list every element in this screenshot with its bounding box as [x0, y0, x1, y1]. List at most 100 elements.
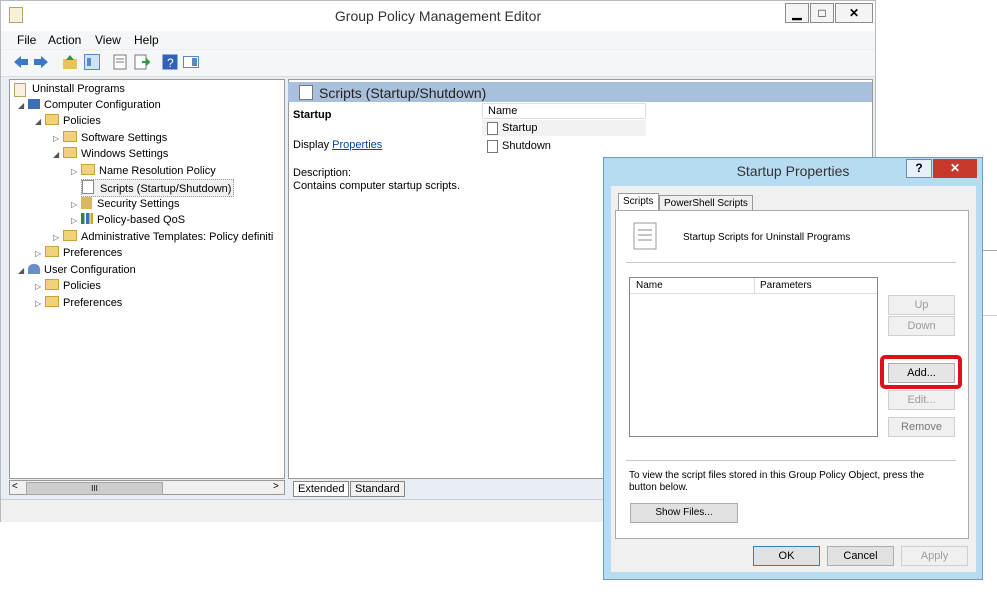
expanded-arrow-icon[interactable]: ◢ [35, 114, 45, 130]
show-files-button[interactable]: Show Files... [630, 503, 738, 523]
action-pane-icon[interactable] [183, 54, 199, 70]
cancel-button[interactable]: Cancel [827, 546, 894, 566]
ok-button[interactable]: OK [753, 546, 820, 566]
security-icon [81, 197, 92, 209]
up-folder-icon[interactable] [62, 54, 78, 70]
column-header-name[interactable]: Name [482, 103, 646, 119]
tree-item-software-settings[interactable]: ▷ Software Settings [53, 130, 167, 146]
description-text: Contains computer startup scripts. [293, 180, 460, 192]
details-header-title: Scripts (Startup/Shutdown) [319, 85, 487, 101]
tree-item-user-configuration[interactable]: ◢ User Configuration [18, 262, 136, 278]
tree-item-administrative-templates[interactable]: ▷ Administrative Templates: Policy defini… [53, 229, 273, 245]
scripts-heading: Startup Scripts for Uninstall Programs [683, 232, 851, 243]
tree-item-windows-settings[interactable]: ◢ Windows Settings [53, 146, 168, 162]
add-button-highlight [880, 355, 962, 389]
window-title: Group Policy Management Editor [334, 8, 542, 24]
separator [626, 262, 956, 263]
column-header-name[interactable]: Name [630, 278, 755, 294]
remove-button[interactable]: Remove [888, 417, 955, 437]
expanded-arrow-icon[interactable]: ◢ [18, 98, 28, 114]
folder-icon [45, 296, 59, 307]
collapsed-arrow-icon[interactable]: ▷ [71, 164, 81, 180]
description-label: Description: [293, 167, 352, 179]
minimize-button[interactable]: ▁ [785, 3, 809, 23]
collapsed-arrow-icon[interactable]: ▷ [71, 213, 81, 229]
collapsed-arrow-icon[interactable]: ▷ [35, 246, 45, 262]
show-hide-tree-icon[interactable] [84, 54, 100, 70]
list-item-startup[interactable]: Startup [482, 120, 646, 136]
toolbar: ? [1, 50, 875, 77]
collapsed-arrow-icon[interactable]: ▷ [53, 230, 63, 246]
folder-icon [45, 246, 59, 257]
export-list-icon[interactable] [134, 54, 150, 70]
tree-item-user-preferences[interactable]: ▷ Preferences [35, 295, 122, 311]
tree-item-policies[interactable]: ◢ Policies [35, 113, 101, 129]
tree-item-scripts-selected[interactable]: Scripts (Startup/Shutdown) [81, 179, 235, 197]
maximize-button[interactable]: □ [810, 3, 834, 23]
tree-item-user-policies[interactable]: ▷ Policies [35, 278, 101, 294]
collapsed-arrow-icon[interactable]: ▷ [35, 279, 45, 295]
tree-item-preferences[interactable]: ▷ Preferences [35, 245, 122, 261]
tree-horizontal-scrollbar[interactable]: < III > [9, 480, 285, 495]
close-button[interactable]: ✕ [835, 3, 873, 23]
tree-item-computer-configuration[interactable]: ◢ Computer Configuration [18, 97, 161, 113]
folder-icon [81, 164, 95, 175]
scripts-list[interactable]: Name Parameters [629, 277, 878, 437]
collapsed-arrow-icon[interactable]: ▷ [35, 296, 45, 312]
folder-icon [63, 230, 77, 241]
scroll-right-icon[interactable]: > [273, 481, 279, 492]
menu-view[interactable]: View [95, 33, 121, 47]
svg-text:?: ? [167, 56, 174, 70]
computer-icon [28, 99, 40, 109]
column-header-parameters[interactable]: Parameters [755, 278, 877, 294]
users-icon [28, 264, 40, 274]
scrollbar-thumb[interactable]: III [26, 482, 163, 495]
tab-scripts[interactable]: Scripts [618, 193, 659, 211]
gpo-icon [14, 83, 26, 97]
collapsed-arrow-icon[interactable]: ▷ [71, 197, 81, 213]
down-button[interactable]: Down [888, 316, 955, 336]
help-icon[interactable]: ? [162, 54, 178, 70]
menu-action[interactable]: Action [48, 33, 81, 47]
tree-item-name-resolution-policy[interactable]: ▷ Name Resolution Policy [71, 163, 216, 179]
display-properties-line: Display Properties [293, 139, 382, 151]
tree-item-security-settings[interactable]: ▷ Security Settings [71, 196, 180, 212]
script-icon [487, 140, 498, 153]
tab-standard[interactable]: Standard [350, 481, 405, 497]
up-button[interactable]: Up [888, 295, 955, 315]
display-label: Display [293, 139, 330, 151]
menu-file[interactable]: File [17, 33, 36, 47]
script-icon [82, 180, 94, 194]
properties-link[interactable]: Properties [332, 139, 382, 151]
script-icon [487, 122, 498, 135]
folder-icon [45, 279, 59, 290]
scripts-document-icon [633, 222, 657, 250]
script-icon [299, 85, 313, 100]
folder-icon [63, 147, 77, 158]
menu-help[interactable]: Help [134, 33, 159, 47]
collapsed-arrow-icon[interactable]: ▷ [53, 131, 63, 147]
list-item-shutdown[interactable]: Shutdown [482, 138, 646, 154]
dialog-help-button[interactable]: ? [906, 159, 932, 178]
dialog-close-button[interactable]: ✕ [933, 159, 977, 178]
tab-extended[interactable]: Extended [293, 481, 350, 497]
title-bar: Group Policy Management Editor ▁ □ ✕ [1, 1, 875, 31]
scroll-left-icon[interactable]: < [12, 481, 18, 492]
folder-icon [63, 131, 77, 142]
tree-item-root[interactable]: Uninstall Programs [14, 81, 125, 97]
back-arrow-icon[interactable] [13, 54, 29, 70]
expanded-arrow-icon[interactable]: ◢ [18, 263, 28, 279]
tree-item-policy-based-qos[interactable]: ▷ Policy-based QoS [71, 212, 185, 228]
folder-icon [45, 114, 59, 125]
edit-button[interactable]: Edit... [888, 390, 955, 410]
chart-icon [81, 213, 93, 224]
console-tree: Uninstall Programs ◢ Computer Configurati… [9, 79, 285, 479]
show-files-info-text: To view the script files stored in this … [629, 470, 925, 493]
expanded-arrow-icon[interactable]: ◢ [53, 147, 63, 163]
section-title: Startup [293, 109, 332, 121]
apply-button[interactable]: Apply [901, 546, 968, 566]
separator [626, 460, 956, 461]
properties-icon[interactable] [112, 54, 128, 70]
menu-bar: File Action View Help [1, 31, 875, 49]
forward-arrow-icon[interactable] [33, 54, 49, 70]
